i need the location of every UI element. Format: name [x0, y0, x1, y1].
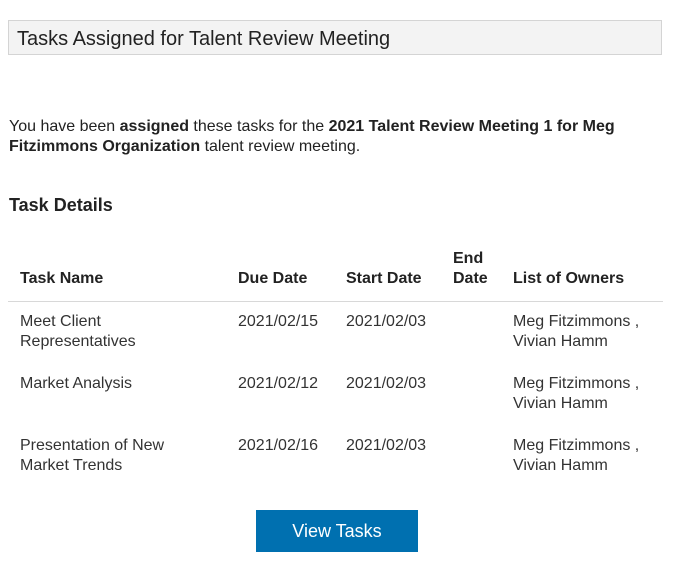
- intro-bold: assigned: [119, 118, 189, 135]
- owners: Meg Fitzimmons , Vivian Hamm: [513, 313, 640, 350]
- task-name: Presentation of New Market Trends: [20, 437, 165, 474]
- header-due-date: Due Date: [238, 270, 308, 287]
- intro-text: You have been assigned these tasks for t…: [9, 117, 669, 157]
- owners: Meg Fitzimmons , Vivian Hamm: [513, 437, 640, 474]
- page-title: Tasks Assigned for Talent Review Meeting: [17, 28, 391, 50]
- task-name: Meet Client Representatives: [20, 313, 136, 350]
- start-date: 2021/02/03: [346, 375, 427, 392]
- due-date: 2021/02/16: [238, 437, 319, 454]
- intro-part: talent review meeting.: [200, 138, 361, 155]
- intro-part: these tasks for the: [188, 118, 329, 135]
- start-date: 2021/02/03: [346, 437, 427, 454]
- owners: Meg Fitzimmons , Vivian Hamm: [513, 375, 640, 412]
- header-owners: List of Owners: [513, 270, 625, 287]
- due-date: 2021/02/15: [238, 313, 319, 330]
- start-date: 2021/02/03: [346, 313, 427, 330]
- task-name: Market Analysis: [20, 375, 133, 392]
- section-title: Task Details: [9, 195, 113, 215]
- header-task-name: Task Name: [20, 270, 104, 287]
- view-tasks-button[interactable]: View Tasks: [256, 510, 418, 552]
- header-start-date: Start Date: [346, 270, 422, 287]
- header-divider: [8, 301, 663, 302]
- intro-part: You have been: [9, 118, 120, 135]
- page-header: Tasks Assigned for Talent Review Meeting: [8, 20, 662, 55]
- due-date: 2021/02/12: [238, 375, 319, 392]
- header-end-date: End Date: [453, 250, 488, 287]
